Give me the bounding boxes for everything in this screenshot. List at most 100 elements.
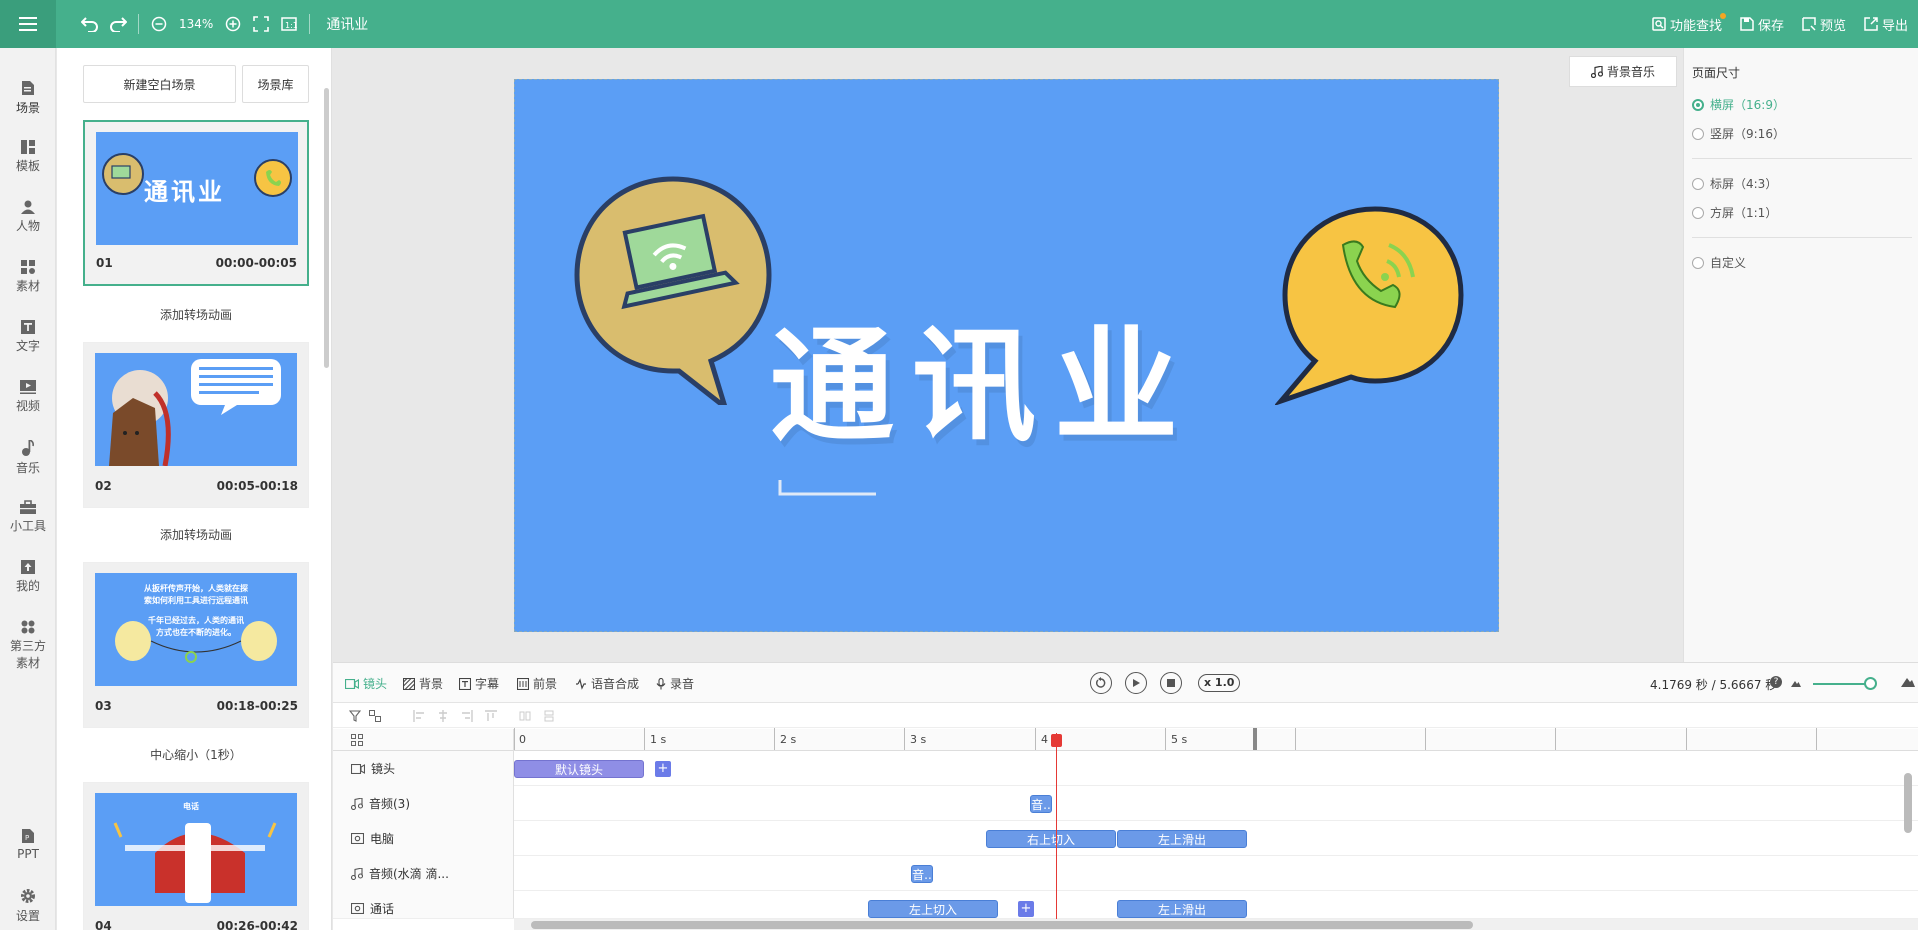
play-button[interactable]	[1125, 672, 1147, 694]
ruler-tick	[774, 728, 775, 750]
redo-icon	[110, 17, 127, 32]
fullscreen-button[interactable]	[247, 10, 275, 38]
help-icon[interactable]: ?	[1770, 676, 1782, 688]
timeline-clip[interactable]: 左上滑出	[1117, 830, 1247, 848]
scene-card[interactable]: 02 00:05-00:18	[83, 342, 309, 508]
scene-time: 00:05-00:18	[216, 479, 298, 493]
actual-size-button[interactable]: 1:1	[275, 10, 303, 38]
export-button[interactable]: 导出	[1864, 15, 1908, 34]
timeline-clip[interactable]: 音..	[911, 865, 933, 883]
timeline-zoom-thumb[interactable]	[1864, 677, 1877, 690]
phone-bubble-image[interactable]	[1275, 205, 1465, 405]
template-icon	[21, 140, 35, 154]
nav-third-party[interactable]: 第三方 素材	[0, 620, 56, 671]
nav-text[interactable]: 文字	[0, 320, 56, 354]
redo-button[interactable]	[104, 10, 132, 38]
menu-button[interactable]	[0, 0, 56, 48]
nav-ppt[interactable]: P PPT	[0, 828, 56, 861]
tab-subtitle[interactable]: 字幕	[459, 675, 499, 692]
page-size-option[interactable]: 标屏（4:3）	[1692, 175, 1777, 192]
ruler-tick	[1035, 728, 1036, 750]
undo-button[interactable]	[76, 10, 104, 38]
camera-icon	[345, 678, 359, 689]
tab-foreground[interactable]: 前景	[517, 675, 557, 692]
background-music-button[interactable]: 背景音乐	[1569, 56, 1677, 87]
track-label[interactable]: 电脑	[333, 821, 514, 856]
upload-icon	[21, 560, 35, 574]
playhead-handle[interactable]	[1051, 734, 1062, 747]
filter-icon[interactable]	[349, 710, 361, 722]
track-label[interactable]: 镜头	[333, 751, 514, 786]
timeline-clip[interactable]: 左上滑出	[1117, 900, 1247, 918]
timeline-clip[interactable]: 音..	[1030, 795, 1052, 813]
new-blank-scene-button[interactable]: 新建空白场景	[83, 65, 236, 103]
tab-camera[interactable]: 镜头	[345, 675, 387, 692]
track-name: 音频(水滴 滴...	[369, 867, 449, 881]
video-icon	[20, 380, 36, 394]
zoom-out-mountain-icon[interactable]	[1791, 679, 1801, 687]
scene-card[interactable]: 通讯业 01 00:00-00:05	[83, 120, 309, 286]
thumb-text-line: 从扳杆传声开始，人类就在探	[144, 584, 248, 593]
zoom-in-mountain-icon[interactable]	[1901, 676, 1915, 687]
page-size-option[interactable]: 竖屏（9:16）	[1692, 125, 1785, 142]
zoom-in-button[interactable]	[219, 10, 247, 38]
timeline-clip[interactable]: 默认镜头	[514, 760, 644, 778]
nav-music[interactable]: 音乐	[0, 440, 56, 476]
nav-label: PPT	[17, 847, 39, 861]
track-label[interactable]: 通话	[333, 891, 514, 918]
save-button[interactable]: 保存	[1740, 15, 1784, 34]
nav-material[interactable]: 素材	[0, 260, 56, 294]
tab-background[interactable]: 背景	[403, 675, 443, 692]
ppt-icon: P	[22, 829, 34, 843]
stage-canvas[interactable]: 通讯业	[514, 79, 1499, 632]
page-size-option[interactable]: 自定义	[1692, 254, 1746, 271]
page-size-option[interactable]: 方屏（1:1）	[1692, 204, 1777, 221]
nav-label: 人物	[15, 219, 40, 233]
save-label: 保存	[1757, 18, 1784, 34]
group-icon[interactable]	[369, 710, 381, 722]
nav-mine[interactable]: 我的	[0, 560, 56, 594]
add-clip-button[interactable]: +	[1018, 901, 1034, 917]
add-clip-button[interactable]: +	[655, 761, 671, 777]
add-transition-link[interactable]: 添加转场动画	[83, 306, 309, 323]
nav-settings[interactable]: 设置	[0, 888, 56, 924]
stop-button[interactable]	[1160, 672, 1182, 694]
nav-toolbox[interactable]: 小工具	[0, 500, 56, 534]
timeline-h-scroll-thumb[interactable]	[531, 921, 1473, 929]
track-label[interactable]: 音频(3)	[333, 786, 514, 821]
notification-dot	[1719, 12, 1726, 19]
timeline-v-scroll-thumb[interactable]	[1904, 773, 1912, 833]
layers-icon[interactable]	[351, 734, 363, 746]
tab-record[interactable]: 录音	[656, 675, 694, 692]
timeline-clip[interactable]: 右上切入	[986, 830, 1116, 848]
nav-scene[interactable]: 场景	[0, 80, 56, 116]
tab-speech-synthesis[interactable]: 语音合成	[575, 675, 639, 692]
nav-template[interactable]: 模板	[0, 140, 56, 174]
camera-icon	[351, 763, 365, 774]
scene-panel-scrollbar[interactable]	[324, 88, 329, 368]
stage-title-text[interactable]: 通讯业	[770, 285, 1196, 465]
time-ruler[interactable]: 0 1 s 2 s 3 s 4 5 s	[333, 728, 1918, 751]
playback-speed[interactable]: x 1.0	[1198, 674, 1241, 692]
playhead-line[interactable]	[1056, 733, 1057, 930]
radio	[1692, 206, 1704, 219]
save-icon	[1740, 17, 1754, 31]
scene-card[interactable]: 从扳杆传声开始，人类就在探 索如何利用工具进行远程通讯 千年已经过去，人类的通讯…	[83, 562, 309, 728]
add-transition-link[interactable]: 添加转场动画	[83, 526, 309, 543]
preview-button[interactable]: 预览	[1802, 15, 1846, 34]
scene-time: 00:26-00:42	[216, 919, 298, 930]
feature-search-button[interactable]: 功能查找	[1652, 12, 1726, 34]
replay-button[interactable]	[1090, 672, 1112, 694]
document-title[interactable]: 通讯业	[326, 14, 368, 34]
page-size-option[interactable]: 横屏（16:9）	[1692, 96, 1785, 113]
align-top-icon	[485, 710, 497, 721]
nav-person[interactable]: 人物	[0, 200, 56, 234]
timeline-clip[interactable]: 左上切入	[868, 900, 998, 918]
zoom-out-button[interactable]	[145, 10, 173, 38]
laptop-bubble-image[interactable]	[573, 175, 773, 405]
transition-link[interactable]: 中心缩小（1秒）	[83, 746, 309, 763]
scene-library-button[interactable]: 场景库	[242, 65, 309, 103]
track-label[interactable]: 音频(水滴 滴...	[333, 856, 514, 891]
nav-video[interactable]: 视频	[0, 380, 56, 414]
scene-card[interactable]: 电话 04 00:26-00:42	[83, 782, 309, 930]
